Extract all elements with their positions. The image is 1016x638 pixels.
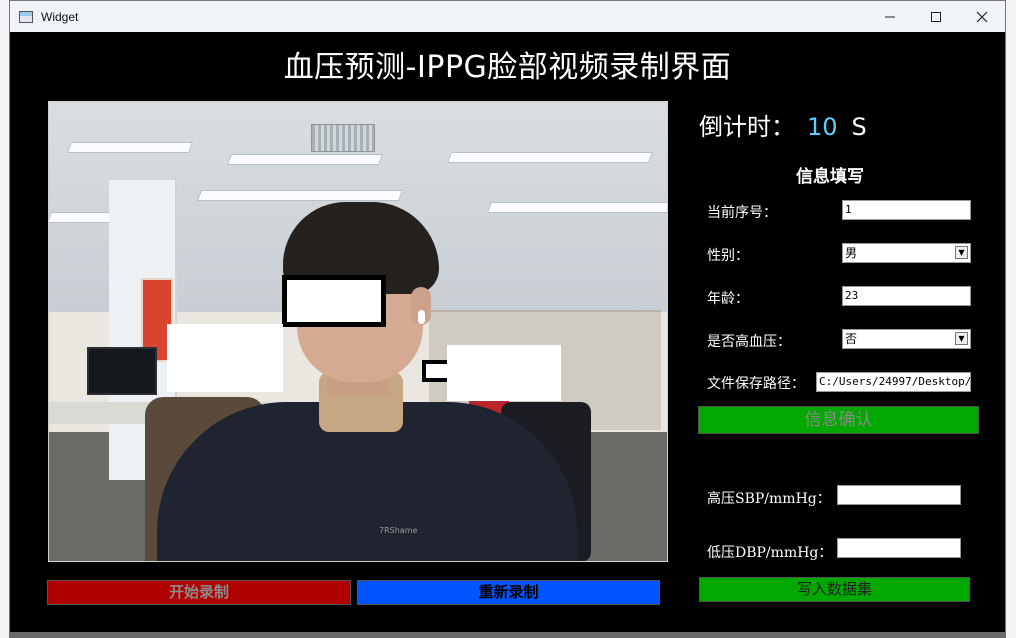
ceiling-vent	[311, 124, 375, 152]
jacket-brand-text: 7RShame	[379, 526, 418, 535]
sbp-label: 高压SBP/mmHg：	[707, 491, 831, 507]
save-path-input[interactable]: C:/Users/24997/Desktop/QT	[816, 372, 971, 392]
countdown-label: 倒计时：	[699, 113, 795, 141]
re-record-button[interactable]: 重新录制	[357, 580, 660, 605]
client-area: 血压预测-IPPG脸部视频录制界面 7RShame 开始录制 重新录制 倒计时：…	[10, 32, 1005, 632]
age-label: 年龄：	[707, 291, 749, 307]
hypertension-select[interactable]: 否 ▼	[842, 329, 971, 349]
close-icon	[976, 11, 988, 22]
background-right-edge	[1006, 0, 1016, 638]
dbp-input[interactable]	[837, 538, 961, 558]
confirm-info-button[interactable]: 信息确认	[698, 406, 979, 434]
gender-label: 性别：	[707, 248, 749, 264]
maximize-button[interactable]	[913, 1, 959, 32]
countdown: 倒计时： 10 S	[699, 107, 867, 142]
title-bar[interactable]: Widget	[10, 1, 1005, 32]
ceiling-light	[486, 202, 667, 213]
earbud	[418, 310, 425, 324]
sbp-input[interactable]	[837, 485, 961, 505]
countdown-unit: S	[851, 113, 867, 141]
maximize-icon	[931, 11, 941, 22]
window-controls	[867, 1, 1005, 32]
gender-select-value: 男	[845, 246, 858, 260]
write-dataset-button[interactable]: 写入数据集	[699, 577, 970, 602]
ceiling-light	[446, 152, 654, 163]
monitor	[87, 347, 157, 395]
minimize-icon	[885, 16, 895, 17]
ceiling-light	[66, 142, 194, 153]
countdown-value: 10	[807, 113, 838, 141]
hypertension-label: 是否高血压：	[707, 334, 791, 350]
age-input[interactable]: 23	[842, 286, 971, 306]
save-path-label: 文件保存路径：	[707, 376, 805, 392]
gender-select[interactable]: 男 ▼	[842, 243, 971, 263]
sequence-input[interactable]: 1	[842, 200, 971, 220]
minimize-button[interactable]	[867, 1, 913, 32]
page-title: 血压预测-IPPG脸部视频录制界面	[283, 50, 732, 85]
info-section-title: 信息填写	[796, 167, 864, 187]
start-record-button[interactable]: 开始录制	[47, 580, 351, 605]
dbp-label: 低压DBP/mmHg：	[707, 545, 833, 561]
privacy-mask	[167, 324, 283, 392]
dropdown-arrow-icon[interactable]: ▼	[955, 332, 968, 345]
ceiling-light	[226, 154, 384, 165]
privacy-mask-eyes	[282, 275, 386, 327]
background-left-edge	[0, 0, 9, 638]
camera-preview: 7RShame	[48, 101, 668, 562]
hypertension-select-value: 否	[845, 332, 858, 346]
close-button[interactable]	[959, 1, 1005, 32]
privacy-mask	[447, 345, 561, 401]
sequence-label: 当前序号：	[707, 205, 777, 221]
dropdown-arrow-icon[interactable]: ▼	[955, 246, 968, 259]
window-title: Widget	[41, 9, 79, 24]
app-window: Widget 血压预测-IPPG脸部视频录制界面 7RShame 开始录制 重新…	[9, 0, 1006, 632]
app-window-icon	[19, 10, 33, 23]
ceiling-light	[196, 190, 404, 201]
